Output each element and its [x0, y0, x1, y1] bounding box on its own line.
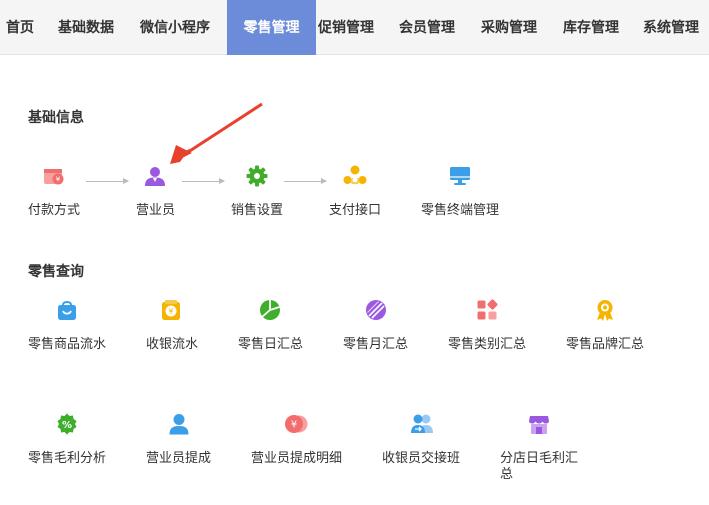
brand-badge-icon — [594, 299, 616, 321]
item-label: 营业员 — [136, 202, 176, 217]
nav-item-basic-data[interactable]: 基础数据 — [58, 0, 114, 55]
item-payment-interface[interactable]: 支付接口 — [329, 164, 399, 224]
branch-store-icon — [528, 413, 550, 435]
flow-arrow — [284, 178, 327, 184]
item-label: 零售商品流水 — [28, 336, 107, 351]
gear-icon — [246, 165, 268, 187]
top-navigation: 首页 基础数据 微信小程序 零售管理 促销管理 会员管理 采购管理 库存管理 系… — [0, 0, 709, 55]
shopping-bag-icon — [56, 299, 78, 321]
nav-item-purchase[interactable]: 采购管理 — [481, 0, 537, 55]
item-label: 零售类别汇总 — [448, 336, 527, 351]
nav-item-promotion[interactable]: 促销管理 — [318, 0, 374, 55]
salesperson-icon — [144, 165, 166, 187]
item-salesperson[interactable]: 营业员 — [136, 164, 196, 224]
daily-summary-icon — [259, 299, 281, 321]
nav-item-retail-management[interactable]: 零售管理 — [227, 0, 316, 55]
person-icon — [168, 413, 190, 435]
item-label: 零售毛利分析 — [28, 450, 107, 465]
item-label: 零售日汇总 — [238, 336, 304, 351]
item-label: 支付接口 — [329, 202, 382, 217]
item-retail-monthly-summary[interactable]: 零售月汇总 — [343, 299, 413, 355]
item-label: 收银流水 — [146, 336, 199, 351]
item-label: 零售品牌汇总 — [566, 336, 645, 351]
payment-interface-icon — [343, 165, 367, 187]
nav-item-home[interactable]: 首页 — [6, 0, 34, 55]
item-sales-settings[interactable]: 销售设置 — [231, 164, 301, 224]
monthly-summary-icon — [365, 299, 387, 321]
item-label: 营业员提成 — [146, 450, 212, 465]
item-salesperson-commission[interactable]: 营业员提成 — [146, 413, 216, 469]
item-label: 零售终端管理 — [421, 202, 500, 217]
item-payment-method[interactable]: ¥ 付款方式 — [28, 164, 88, 224]
shift-handover-icon — [410, 413, 433, 435]
nav-item-system[interactable]: 系统管理 — [643, 0, 699, 55]
section-title-basic-info: 基础信息 — [28, 109, 84, 125]
annotation-arrow-icon — [170, 102, 263, 164]
item-label: 营业员提成明细 — [251, 450, 343, 465]
percent-icon: % — [56, 413, 78, 435]
item-label: 分店日毛利汇总 — [500, 450, 579, 481]
cash-register-icon: ¥ — [160, 299, 182, 321]
svg-text:¥: ¥ — [291, 420, 297, 431]
item-retail-margin-analysis[interactable]: % 零售毛利分析 — [28, 413, 108, 469]
flow-arrow — [86, 178, 129, 184]
svg-text:¥: ¥ — [56, 176, 61, 184]
item-retail-terminal[interactable]: 零售终端管理 — [421, 164, 506, 224]
item-branch-daily-margin[interactable]: 分店日毛利汇总 — [500, 413, 590, 489]
item-label: 销售设置 — [231, 202, 284, 217]
svg-text:¥: ¥ — [169, 307, 174, 316]
section-title-retail-query: 零售查询 — [28, 263, 84, 279]
category-grid-icon — [476, 299, 498, 321]
item-retail-goods-flow[interactable]: 零售商品流水 — [28, 299, 108, 355]
monitor-icon — [449, 165, 471, 187]
payment-card-icon: ¥ — [42, 166, 64, 188]
commission-detail-icon: ¥ — [284, 413, 308, 435]
item-retail-category-summary[interactable]: 零售类别汇总 — [448, 299, 528, 355]
item-cash-flow[interactable]: ¥ 收银流水 — [146, 299, 206, 355]
item-commission-detail[interactable]: ¥ 营业员提成明细 — [251, 413, 346, 469]
item-retail-daily-summary[interactable]: 零售日汇总 — [238, 299, 308, 355]
item-label: 收银员交接班 — [382, 450, 461, 465]
flow-arrow — [182, 178, 225, 184]
svg-text:%: % — [62, 420, 72, 431]
item-cashier-shift[interactable]: 收银员交接班 — [382, 413, 467, 469]
item-retail-brand-summary[interactable]: 零售品牌汇总 — [566, 299, 646, 355]
nav-item-mini-program[interactable]: 微信小程序 — [140, 0, 210, 55]
item-label: 零售月汇总 — [343, 336, 409, 351]
nav-item-member[interactable]: 会员管理 — [399, 0, 455, 55]
item-label: 付款方式 — [28, 202, 81, 217]
nav-item-inventory[interactable]: 库存管理 — [563, 0, 619, 55]
